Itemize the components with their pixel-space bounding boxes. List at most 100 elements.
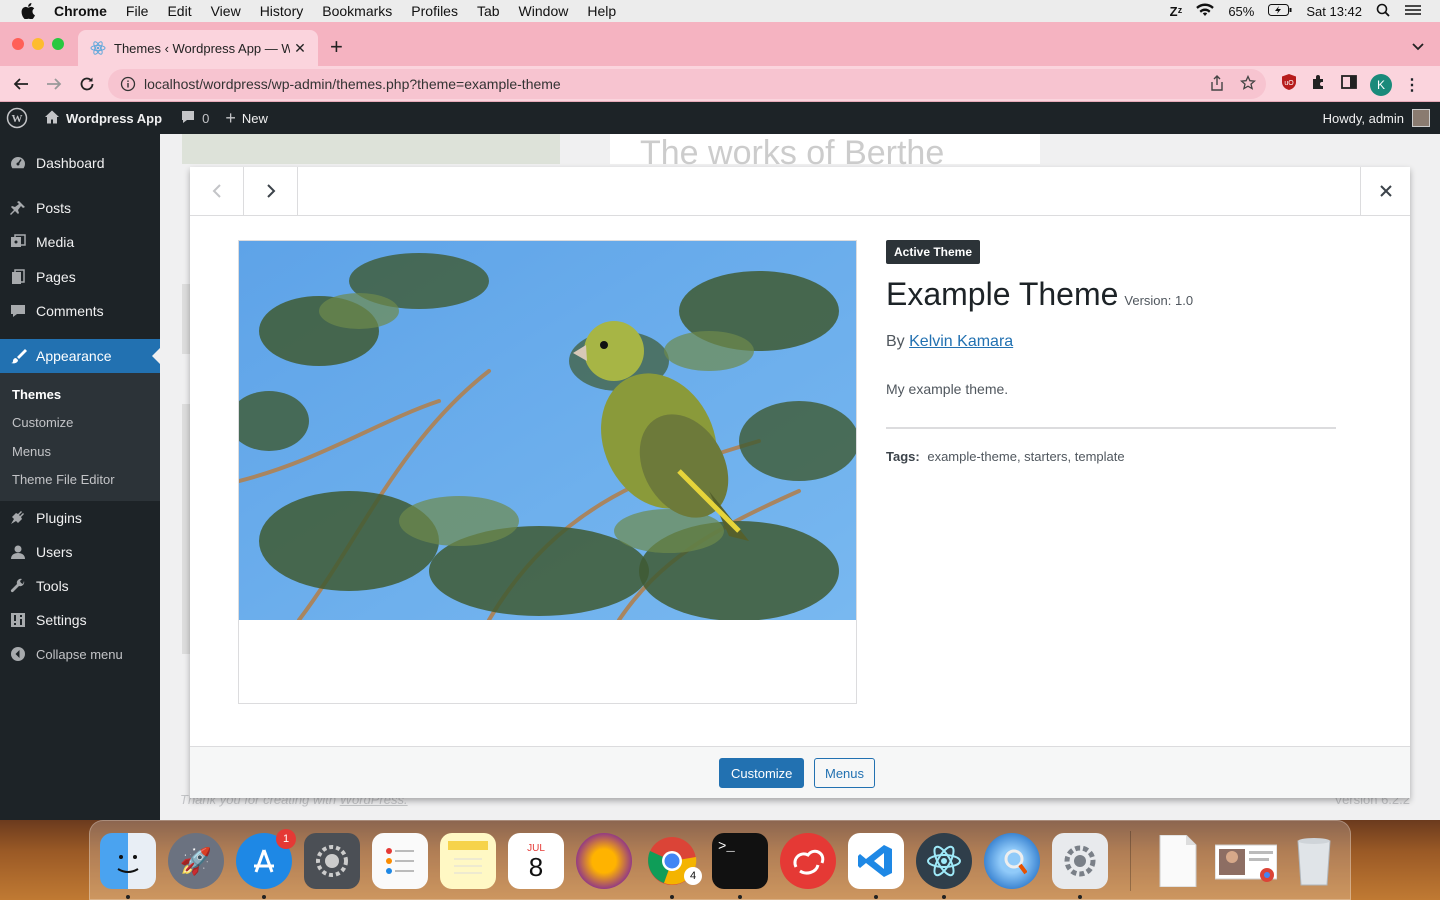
document-icon[interactable] [1150, 833, 1206, 889]
maximize-window-button[interactable] [52, 38, 64, 50]
firefox-icon[interactable] [576, 833, 632, 889]
sidebar-item-pages[interactable]: Pages [0, 260, 160, 294]
forward-arrow-icon[interactable] [43, 73, 65, 95]
sidebar-item-label: Media [36, 234, 75, 250]
address-bar[interactable]: localhost/wordpress/wp-admin/themes.php?… [108, 69, 1266, 99]
battery-icon[interactable] [1268, 3, 1292, 19]
sidebar-item-posts[interactable]: Posts [0, 191, 160, 225]
menu-app-name[interactable]: Chrome [54, 3, 107, 19]
reminders-icon[interactable] [372, 833, 428, 889]
submenu-menus[interactable]: Menus [12, 444, 51, 459]
customize-button[interactable]: Customize [719, 758, 805, 788]
ublock-icon[interactable]: uO [1280, 73, 1298, 96]
menu-bookmarks[interactable]: Bookmarks [322, 3, 392, 19]
settings-icon [8, 610, 28, 630]
wordpress-logo-icon[interactable]: W [6, 107, 28, 129]
notes-icon[interactable] [440, 833, 496, 889]
new-content-link[interactable]: + New [225, 109, 268, 127]
tab-search-chevron-down-icon[interactable] [1412, 38, 1424, 56]
profile-avatar[interactable]: K [1370, 73, 1392, 96]
submenu-theme-file-editor[interactable]: Theme File Editor [12, 472, 115, 487]
sidebar-item-plugins[interactable]: Plugins [0, 501, 160, 535]
close-tab-icon[interactable]: ✕ [290, 40, 310, 57]
spotlight-search-icon[interactable] [1376, 3, 1390, 20]
calendar-icon[interactable]: JUL 8 [508, 833, 564, 889]
menu-edit[interactable]: Edit [167, 3, 191, 19]
chevron-left-icon [212, 184, 221, 198]
menu-view[interactable]: View [211, 3, 241, 19]
sidebar-item-users[interactable]: Users [0, 535, 160, 569]
sleep-icon[interactable]: Zᶻ [1170, 4, 1183, 19]
new-label: New [241, 110, 268, 126]
cloud-app-icon[interactable] [780, 833, 836, 889]
extensions-puzzle-icon[interactable] [1310, 73, 1328, 96]
background-theme-card-edge [182, 284, 190, 354]
back-arrow-icon[interactable] [10, 73, 32, 95]
new-tab-button[interactable]: + [330, 36, 343, 58]
minimize-window-button[interactable] [32, 38, 44, 50]
control-center-icon[interactable] [1404, 3, 1422, 20]
menubar-clock[interactable]: Sat 13:42 [1306, 4, 1362, 19]
apple-icon[interactable] [18, 1, 38, 21]
site-info-icon[interactable] [120, 76, 136, 92]
account-menu[interactable]: Howdy, admin [1323, 102, 1430, 134]
submenu-themes[interactable]: Themes [12, 387, 61, 402]
overlay-header [190, 167, 1410, 216]
close-window-button[interactable] [12, 38, 24, 50]
browser-tab[interactable]: Themes ‹ Wordpress App — W ✕ [78, 30, 318, 66]
menus-button[interactable]: Menus [814, 758, 876, 788]
running-indicator [670, 895, 674, 899]
submenu-customize[interactable]: Customize [12, 415, 73, 430]
sidebar-item-media[interactable]: Media [0, 225, 160, 259]
bookmark-star-icon[interactable] [1239, 74, 1257, 94]
share-icon[interactable] [1210, 74, 1224, 94]
menu-tab[interactable]: Tab [477, 3, 500, 19]
menu-history[interactable]: History [260, 3, 304, 19]
menu-profiles[interactable]: Profiles [411, 3, 458, 19]
system-settings-gear-icon[interactable] [1052, 833, 1108, 889]
sidebar-item-label: Settings [36, 612, 87, 628]
url-text[interactable]: localhost/wordpress/wp-admin/themes.php?… [144, 76, 1210, 92]
svg-text:W: W [12, 113, 23, 125]
launchpad-rocket-icon[interactable]: 🚀 [168, 833, 224, 889]
menu-window[interactable]: Window [519, 3, 569, 19]
sidebar-item-settings[interactable]: Settings [0, 603, 160, 637]
macos-menubar: Chrome File Edit View History Bookmarks … [0, 0, 1440, 22]
home-icon [44, 109, 60, 128]
sidebar-item-collapse-menu[interactable]: Collapse menu [0, 637, 160, 671]
sidebar-item-label: Collapse menu [36, 646, 123, 662]
chrome-menu-kebab-icon[interactable]: ⋮ [1404, 75, 1420, 95]
menu-file[interactable]: File [126, 3, 149, 19]
next-theme-button[interactable] [244, 167, 298, 215]
react-favicon-icon [90, 40, 106, 56]
close-overlay-button[interactable] [1360, 167, 1410, 215]
wp-admin-bar: W Wordpress App 0 + New Howdy, admin [0, 102, 1440, 134]
finder-icon[interactable] [100, 833, 156, 889]
downloads-stack-icon[interactable] [1214, 833, 1278, 889]
user-avatar [1412, 109, 1430, 127]
sidebar-item-dashboard[interactable]: Dashboard [0, 146, 160, 180]
system-preferences-icon[interactable] [304, 833, 360, 889]
trash-icon[interactable] [1286, 833, 1342, 889]
reload-icon[interactable] [76, 73, 98, 95]
wifi-icon[interactable] [1196, 3, 1215, 20]
chrome-icon[interactable]: 4 [644, 833, 702, 889]
previous-theme-button[interactable] [190, 167, 244, 215]
theme-author-link[interactable]: Kelvin Kamara [909, 333, 1013, 350]
terminal-icon[interactable]: >_ [712, 833, 768, 889]
active-theme-badge: Active Theme [886, 240, 981, 264]
sidebar-item-tools[interactable]: Tools [0, 569, 160, 603]
sidebar-item-appearance[interactable]: Appearance [0, 339, 160, 373]
site-name-link[interactable]: Wordpress App [44, 109, 162, 128]
side-panel-icon[interactable] [1340, 73, 1358, 96]
theme-info-panel: Active Theme Example Theme Version: 1.0 B… [886, 240, 1336, 464]
app-store-icon[interactable]: 1 [236, 829, 296, 889]
comments-link[interactable]: 0 [180, 109, 209, 128]
sidebar-item-label: Tools [36, 578, 69, 594]
sidebar-item-comments[interactable]: Comments [0, 294, 160, 328]
network-utility-icon[interactable] [984, 833, 1040, 889]
menu-help[interactable]: Help [587, 3, 616, 19]
electron-icon[interactable] [916, 833, 972, 889]
vscode-icon[interactable] [848, 833, 904, 889]
divider [886, 427, 1336, 429]
